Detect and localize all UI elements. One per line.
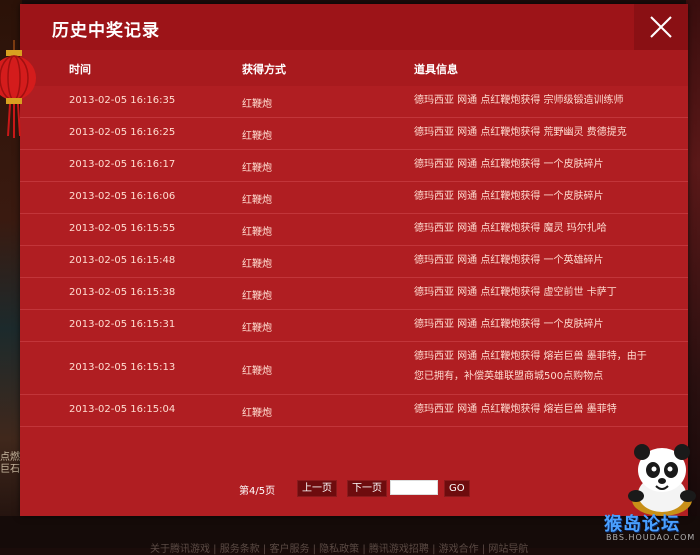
cell-time: 2013-02-05 16:15:38 [69, 287, 176, 298]
cell-method: 红鞭炮 [242, 323, 272, 334]
cell-method: 红鞭炮 [242, 259, 272, 270]
table-row: 2013-02-05 16:16:06 红鞭炮 德玛西亚 网通 点红鞭炮获得 一… [20, 182, 688, 214]
cell-item: 德玛西亚 网通 点红鞭炮获得 一个皮肤碎片 [414, 159, 604, 170]
pagination: 第4/5页 上一页 下一页 GO [20, 480, 688, 498]
modal-header: 历史中奖记录 [20, 4, 688, 50]
close-button[interactable] [634, 4, 688, 50]
cell-method: 红鞭炮 [242, 408, 272, 419]
cell-method: 红鞭炮 [242, 99, 272, 110]
table-body: 2013-02-05 16:16:35 红鞭炮 德玛西亚 网通 点红鞭炮获得 宗… [20, 86, 688, 427]
cell-method: 红鞭炮 [242, 195, 272, 206]
lantern-icon [0, 40, 36, 138]
table-row: 2013-02-05 16:15:55 红鞭炮 德玛西亚 网通 点红鞭炮获得 魔… [20, 214, 688, 246]
background-edge-text: 点燃 巨石 [0, 452, 20, 475]
win-history-modal: 历史中奖记录 时间 获得方式 道具信息 2013-02-05 16:16:35 … [20, 4, 688, 516]
cell-item: 德玛西亚 网通 点红鞭炮获得 一个英雄碎片 [414, 255, 604, 266]
cell-method: 红鞭炮 [242, 227, 272, 238]
prev-page-button[interactable]: 上一页 [297, 480, 337, 497]
cell-method: 红鞭炮 [242, 131, 272, 142]
cell-time: 2013-02-05 16:15:13 [69, 362, 176, 373]
header-method: 获得方式 [242, 63, 286, 76]
watermark-url: BBS.HOUDAO.COM [606, 533, 696, 542]
modal-title: 历史中奖记录 [52, 21, 160, 41]
go-button[interactable]: GO [444, 480, 470, 497]
table-row: 2013-02-05 16:15:13 红鞭炮 德玛西亚 网通 点红鞭炮获得 熔… [20, 342, 688, 395]
table-row: 2013-02-05 16:15:31 红鞭炮 德玛西亚 网通 点红鞭炮获得 一… [20, 310, 688, 342]
cell-item: 德玛西亚 网通 点红鞭炮获得 一个皮肤碎片 [414, 191, 604, 202]
table-row: 2013-02-05 16:16:25 红鞭炮 德玛西亚 网通 点红鞭炮获得 荒… [20, 118, 688, 150]
cell-time: 2013-02-05 16:16:25 [69, 127, 176, 138]
header-item-info: 道具信息 [414, 63, 458, 76]
cell-time: 2013-02-05 16:16:35 [69, 95, 176, 106]
table-header: 时间 获得方式 道具信息 [20, 50, 688, 86]
close-icon [650, 16, 672, 38]
cell-time: 2013-02-05 16:15:48 [69, 255, 176, 266]
page-number-input[interactable] [390, 480, 438, 495]
cell-time: 2013-02-05 16:16:06 [69, 191, 176, 202]
cell-item: 德玛西亚 网通 点红鞭炮获得 荒野幽灵 费德提克 [414, 127, 627, 138]
header-time: 时间 [69, 63, 91, 76]
cell-time: 2013-02-05 16:15:55 [69, 223, 176, 234]
cell-method: 红鞭炮 [242, 366, 272, 377]
cell-item: 德玛西亚 网通 点红鞭炮获得 一个皮肤碎片 [414, 319, 604, 330]
table-row: 2013-02-05 16:15:04 红鞭炮 德玛西亚 网通 点红鞭炮获得 熔… [20, 395, 688, 427]
cell-time: 2013-02-05 16:15:04 [69, 404, 176, 415]
cell-item: 德玛西亚 网通 点红鞭炮获得 熔岩巨兽 墨菲特，由于您已拥有，补偿英雄联盟商城5… [414, 351, 647, 382]
cell-item: 德玛西亚 网通 点红鞭炮获得 虚空前世 卡萨丁 [414, 287, 617, 298]
cell-item: 德玛西亚 网通 点红鞭炮获得 宗师级锻造训练师 [414, 95, 624, 106]
next-page-button[interactable]: 下一页 [347, 480, 387, 497]
table-row: 2013-02-05 16:16:17 红鞭炮 德玛西亚 网通 点红鞭炮获得 一… [20, 150, 688, 182]
cell-method: 红鞭炮 [242, 291, 272, 302]
cell-item: 德玛西亚 网通 点红鞭炮获得 魔灵 玛尔扎哈 [414, 223, 607, 234]
panda-mascot-icon [628, 444, 696, 516]
cell-method: 红鞭炮 [242, 163, 272, 174]
table-row: 2013-02-05 16:15:48 红鞭炮 德玛西亚 网通 点红鞭炮获得 一… [20, 246, 688, 278]
cell-time: 2013-02-05 16:15:31 [69, 319, 176, 330]
table-row: 2013-02-05 16:15:38 红鞭炮 德玛西亚 网通 点红鞭炮获得 虚… [20, 278, 688, 310]
cell-item: 德玛西亚 网通 点红鞭炮获得 熔岩巨兽 墨菲特 [414, 404, 617, 415]
table-row: 2013-02-05 16:16:35 红鞭炮 德玛西亚 网通 点红鞭炮获得 宗… [20, 86, 688, 118]
cell-time: 2013-02-05 16:16:17 [69, 159, 176, 170]
page-indicator: 第4/5页 [239, 486, 276, 497]
